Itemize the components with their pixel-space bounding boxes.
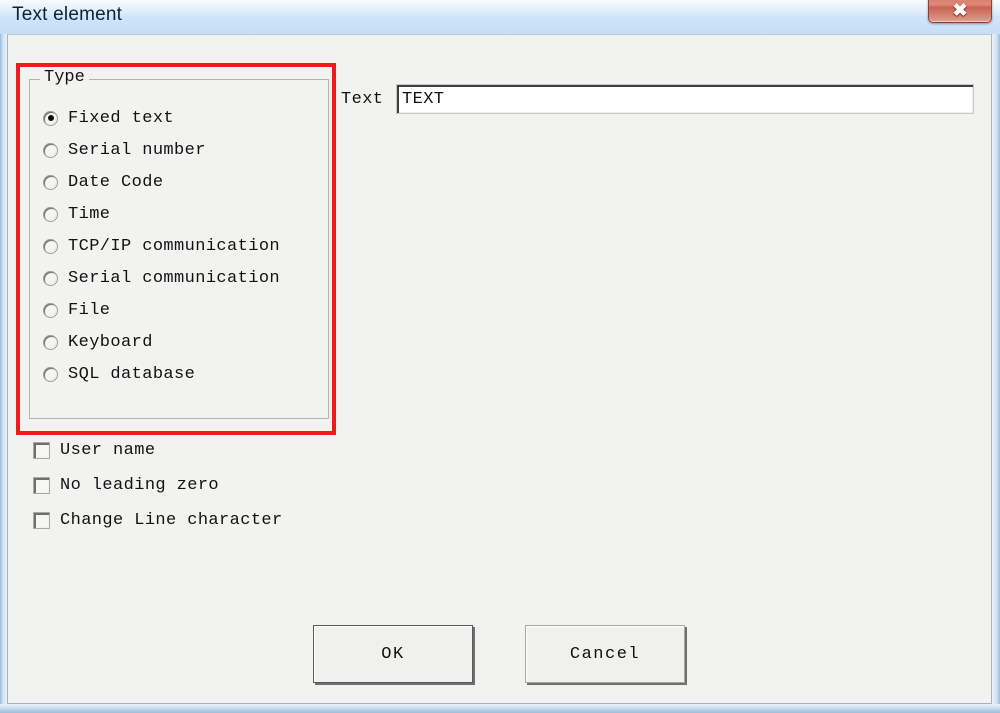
ok-button[interactable]: OK <box>313 625 473 683</box>
radio-label: Serial number <box>68 140 206 160</box>
radio-icon <box>44 335 57 349</box>
radio-label: Keyboard <box>68 332 153 352</box>
window-border-bottom <box>0 704 1000 713</box>
checkbox-label: Change Line character <box>60 511 283 530</box>
checkbox-change-line-character[interactable]: Change Line character <box>34 503 283 538</box>
type-group-box: Type Fixed text Serial number Date Code <box>29 68 329 419</box>
title-bar-sheen <box>0 0 1000 16</box>
radio-icon <box>44 111 57 125</box>
close-icon: ✖ <box>952 0 968 20</box>
radio-option-serial-number[interactable]: Serial number <box>44 134 280 166</box>
checkbox-icon <box>34 478 49 493</box>
type-radio-group: Fixed text Serial number Date Code Time <box>44 102 280 390</box>
cancel-button-label: Cancel <box>569 644 641 664</box>
radio-option-tcp-ip-communication[interactable]: TCP/IP communication <box>44 230 280 262</box>
text-field-label: Text <box>341 90 384 109</box>
radio-option-file[interactable]: File <box>44 294 280 326</box>
radio-label: Date Code <box>68 172 164 192</box>
cancel-button[interactable]: Cancel <box>525 625 685 683</box>
screenshot-root: Text element ✖ Type Fixed text Serial nu… <box>0 0 1000 713</box>
checkbox-no-leading-zero[interactable]: No leading zero <box>34 468 283 503</box>
radio-option-time[interactable]: Time <box>44 198 280 230</box>
radio-option-date-code[interactable]: Date Code <box>44 166 280 198</box>
window-title: Text element <box>12 4 123 25</box>
checkbox-label: No leading zero <box>60 476 220 495</box>
radio-icon <box>44 367 57 381</box>
window-border-right <box>992 0 1000 713</box>
radio-icon <box>44 303 57 317</box>
radio-icon <box>44 175 57 189</box>
options-checkbox-group: User name No leading zero Change Line ch… <box>34 433 283 538</box>
radio-option-serial-communication[interactable]: Serial communication <box>44 262 280 294</box>
type-group-legend: Type <box>40 68 89 87</box>
radio-label: Fixed text <box>68 108 175 128</box>
radio-label: TCP/IP communication <box>68 236 281 256</box>
checkbox-icon <box>34 443 49 458</box>
checkbox-user-name[interactable]: User name <box>34 433 283 468</box>
checkbox-label: User name <box>60 441 156 460</box>
window-border-left <box>0 0 7 713</box>
text-input[interactable] <box>397 85 973 113</box>
radio-icon <box>44 239 57 253</box>
radio-icon <box>44 207 57 221</box>
radio-option-keyboard[interactable]: Keyboard <box>44 326 280 358</box>
title-bar[interactable]: Text element ✖ <box>0 0 1000 34</box>
checkbox-icon <box>34 513 49 528</box>
dialog-window: Text element ✖ Type Fixed text Serial nu… <box>0 0 1000 713</box>
close-button[interactable]: ✖ <box>928 0 992 23</box>
radio-icon <box>44 143 57 157</box>
radio-label: Serial communication <box>68 268 281 288</box>
radio-icon <box>44 271 57 285</box>
radio-option-sql-database[interactable]: SQL database <box>44 358 280 390</box>
radio-label: File <box>68 300 111 320</box>
radio-option-fixed-text[interactable]: Fixed text <box>44 102 280 134</box>
radio-label: Time <box>68 204 111 224</box>
ok-button-label: OK <box>381 644 405 664</box>
radio-label: SQL database <box>68 364 196 384</box>
dialog-client-area: Type Fixed text Serial number Date Code <box>7 34 992 704</box>
